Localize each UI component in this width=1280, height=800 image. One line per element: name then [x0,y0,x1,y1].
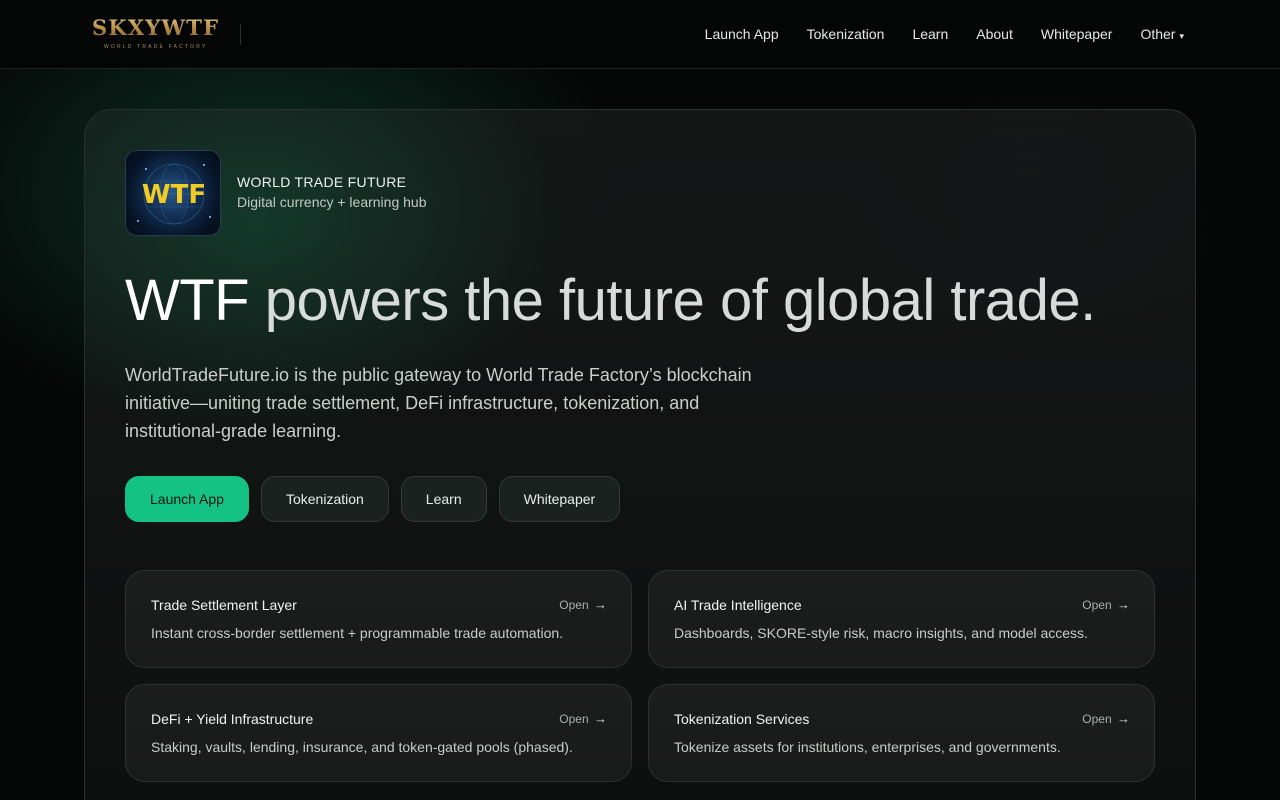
tile-description: Dashboards, SKORE-style risk, macro insi… [674,625,1088,641]
arrow-right-icon: → [1117,711,1130,726]
tile-description: Staking, vaults, lending, insurance, and… [151,739,573,755]
cta-buttons: Launch App Tokenization Learn Whitepaper [125,476,621,522]
tile-description: Instant cross-border settlement + progra… [151,625,564,641]
caret-down-icon: ▾ [1179,31,1184,41]
tile-open-link[interactable]: Open → [559,597,607,612]
wtf-logo-image: WTF [125,150,221,236]
nav-about[interactable]: About [976,26,1013,42]
logo-text: WTF [142,180,206,210]
tile-description: Tokenize assets for institutions, enterp… [674,739,1061,755]
tile-trade-settlement[interactable]: Trade Settlement Layer Open → Instant cr… [125,570,632,668]
nav-launch-app[interactable]: Launch App [705,26,779,42]
hero-description: WorldTradeFuture.io is the public gatewa… [125,365,752,441]
tile-open-link[interactable]: Open → [1082,711,1130,726]
org-name: WORLD TRADE FUTURE [237,174,407,190]
arrow-right-icon: → [594,711,607,726]
whitepaper-button[interactable]: Whitepaper [498,476,621,522]
nav-learn[interactable]: Learn [912,26,948,42]
tile-open-label: Open [559,598,589,612]
tile-title: AI Trade Intelligence [674,597,802,613]
top-navigation-bar: SKXYWTF WORLD TRADE FACTORY Launch App T… [0,0,1280,69]
nav-whitepaper[interactable]: Whitepaper [1041,26,1113,42]
headline-rest: powers the future of global trade. [249,268,1096,333]
learn-button[interactable]: Learn [400,476,487,522]
nav-other-dropdown[interactable]: Other ▾ [1140,26,1184,42]
hero-card: WTF WORLD TRADE FUTURE Digital currency … [84,109,1196,800]
tile-open-label: Open [1082,712,1112,726]
brand-logo[interactable]: SKXYWTF WORLD TRADE FACTORY [92,15,220,53]
nav-other-label: Other [1140,26,1176,42]
main-nav: Launch App Tokenization Learn About Whit… [705,0,1184,68]
globe-icon: WTF [137,163,211,225]
page-title: WTF powers the future of global trade. [125,266,1096,336]
brand-tagline: WORLD TRADE FACTORY [104,44,208,50]
feature-tiles: Trade Settlement Layer Open → Instant cr… [125,570,1155,782]
nav-tokenization[interactable]: Tokenization [807,26,885,42]
headline-strong: WTF [125,268,250,333]
arrow-right-icon: → [594,597,607,612]
org-tagline: Digital currency + learning hub [237,194,427,210]
tile-title: Tokenization Services [674,711,810,727]
brand-divider [240,24,241,45]
arrow-right-icon: → [1117,597,1130,612]
tile-open-label: Open [1082,598,1112,612]
brand-wordmark: SKXYWTF [92,15,220,40]
tile-title: DeFi + Yield Infrastructure [151,711,314,727]
launch-app-button[interactable]: Launch App [125,476,249,522]
tokenization-button[interactable]: Tokenization [260,476,389,522]
tile-open-link[interactable]: Open → [1082,597,1130,612]
tile-defi-yield[interactable]: DeFi + Yield Infrastructure Open → Staki… [125,684,632,782]
tile-tokenization-services[interactable]: Tokenization Services Open → Tokenize as… [648,684,1155,782]
tile-ai-trade-intelligence[interactable]: AI Trade Intelligence Open → Dashboards,… [648,570,1155,668]
tile-open-link[interactable]: Open → [559,711,607,726]
tile-title: Trade Settlement Layer [151,597,297,613]
tile-open-label: Open [559,712,589,726]
